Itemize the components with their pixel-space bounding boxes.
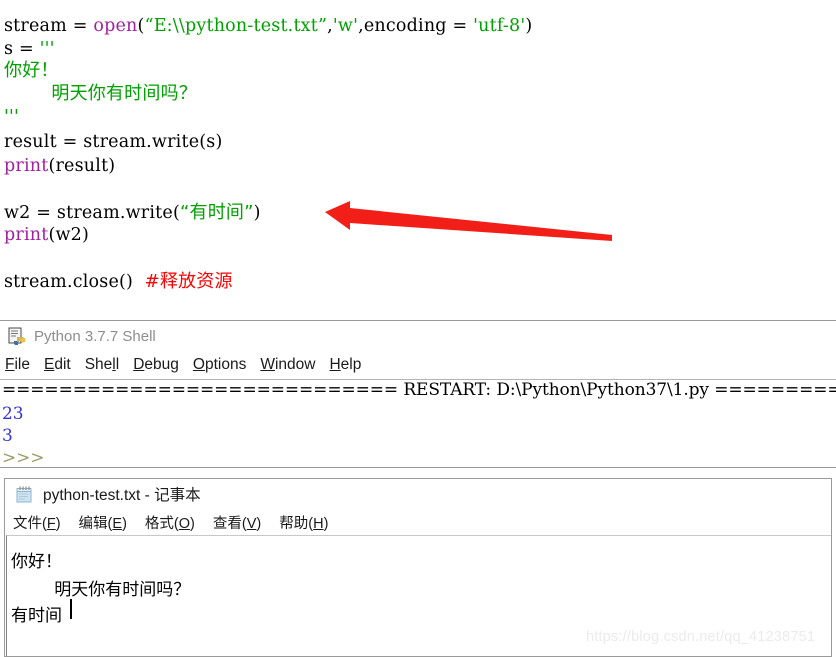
code-token: open: [93, 16, 138, 36]
menu-mnemonic: O: [178, 515, 191, 532]
code-line: s = ''': [4, 39, 55, 59]
idle-menu-file[interactable]: File: [5, 356, 30, 374]
notepad-menubar[interactable]: 文件(F) 编辑(E) 格式(O) 查看(V) 帮助(H): [5, 509, 831, 535]
idle-title-label: Python 3.7.7 Shell: [34, 327, 156, 345]
idle-menu-shell[interactable]: Shell: [85, 356, 120, 374]
notepad-icon: [16, 486, 32, 502]
code-token: ): [253, 203, 261, 223]
menu-mnemonic: W: [260, 356, 275, 373]
code-token: w2 = stream.write(: [4, 203, 180, 223]
code-line: result = stream.write(s): [4, 132, 223, 152]
menu-mnemonic: H: [329, 356, 341, 373]
code-token: (: [137, 16, 145, 36]
code-token: s =: [4, 39, 40, 59]
shell-output-value-1: 23: [2, 404, 24, 424]
notepad-menu-item[interactable]: 编辑(E): [79, 512, 127, 533]
notepad-menu-item[interactable]: 帮助(H): [279, 512, 328, 533]
notepad-title-label: python-test.txt - 记事本: [43, 487, 201, 504]
notepad-menu-item[interactable]: 文件(F): [13, 512, 61, 533]
notepad-text-area[interactable]: 你好！ 明天你有时间吗？ 有时间: [6, 535, 831, 656]
python-idle-icon: [8, 327, 26, 345]
code-token: stream.close(): [4, 272, 145, 292]
code-line: print(w2): [4, 225, 90, 245]
idle-menu-edit[interactable]: Edit: [44, 356, 71, 374]
menu-mnemonic: F: [5, 356, 15, 373]
code-token: result = stream.write(s): [4, 132, 223, 152]
code-token: “E:\\python-test.txt”: [144, 16, 328, 36]
idle-menu-debug[interactable]: Debug: [133, 356, 179, 374]
shell-prompt: >>>: [2, 448, 45, 468]
code-token: ,encoding =: [358, 16, 474, 36]
notepad-titlebar[interactable]: python-test.txt - 记事本: [5, 479, 831, 509]
notepad-text-line: 你好！: [11, 552, 62, 572]
code-token: (w2): [48, 225, 90, 245]
menu-mnemonic: V: [246, 515, 257, 532]
notepad-text-line: 明天你有时间吗？: [11, 580, 191, 600]
code-token: print: [4, 225, 49, 245]
menu-mnemonic: O: [192, 356, 205, 373]
code-line: ''': [4, 107, 20, 127]
code-token: 明天你有时间吗？: [4, 83, 197, 104]
code-token: “有时间”: [180, 202, 254, 223]
idle-menubar[interactable]: File Edit Shell Debug Options Window Help: [0, 351, 836, 380]
notepad-window[interactable]: python-test.txt - 记事本 文件(F) 编辑(E) 格式(O) 查看(…: [4, 478, 832, 657]
code-token: #释放资源: [144, 271, 233, 292]
menu-mnemonic: H: [313, 515, 324, 532]
notepad-menu-item[interactable]: 查看(V): [213, 512, 261, 533]
code-token: 'utf-8': [473, 16, 526, 36]
idle-output-area[interactable]: ============================ RESTART: D:…: [0, 380, 836, 468]
code-token: 你好！: [4, 60, 59, 81]
code-line: stream.close() #释放资源: [4, 273, 233, 292]
menu-mnemonic: E: [43, 356, 55, 373]
idle-menu-options[interactable]: Options: [193, 356, 246, 374]
shell-output-value-2: 3: [2, 426, 13, 446]
menu-mnemonic: F: [46, 515, 56, 532]
notepad-menu-item[interactable]: 格式(O): [145, 512, 195, 533]
idle-titlebar[interactable]: Python 3.7.7 Shell: [0, 321, 836, 351]
code-line: print(result): [4, 156, 116, 176]
code-token: ''': [4, 107, 20, 127]
idle-menu-window[interactable]: Window: [260, 356, 315, 374]
python-code-editor[interactable]: stream = open(“E:\\python-test.txt”,'w',…: [0, 0, 836, 318]
notepad-text-line: 有时间: [11, 606, 62, 626]
code-line: 明天你有时间吗？: [4, 85, 197, 104]
menu-mnemonic: D: [133, 356, 145, 373]
code-token: print: [4, 156, 49, 176]
text-caret: [70, 599, 72, 619]
menu-mnemonic: l: [112, 356, 116, 373]
code-token: (result): [48, 156, 116, 176]
idle-shell-window[interactable]: Python 3.7.7 Shell File Edit Shell Debug Opt…: [0, 320, 836, 468]
code-token: 'w': [332, 16, 359, 36]
code-token: ''': [39, 39, 55, 59]
shell-restart-line: ============================ RESTART: D:…: [2, 380, 836, 400]
menu-mnemonic: E: [112, 515, 123, 532]
code-line: stream = open(“E:\\python-test.txt”,'w',…: [4, 16, 533, 36]
code-line: w2 = stream.write(“有时间”): [4, 204, 261, 223]
code-token: ): [525, 16, 533, 36]
code-line: 你好！: [4, 62, 59, 81]
idle-menu-help[interactable]: Help: [329, 356, 361, 374]
code-token: stream =: [4, 16, 94, 36]
